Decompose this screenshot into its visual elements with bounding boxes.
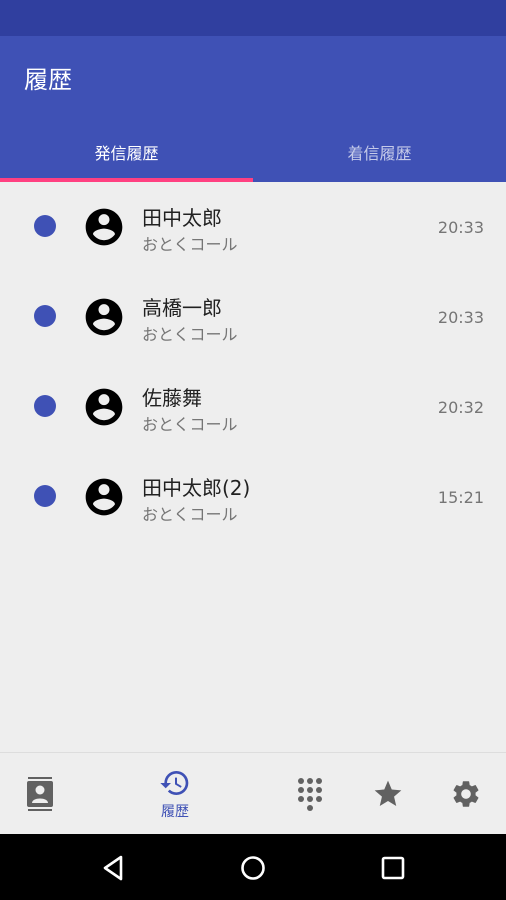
call-history-list: 田中太郎 おとくコール 20:33 高橋一郎 おとくコール 20:33 佐藤舞 … [0, 182, 506, 542]
status-dot [34, 485, 56, 507]
nav-history-label: 履歴 [161, 804, 189, 820]
gear-icon [453, 781, 479, 807]
star-icon [374, 780, 402, 806]
nav-favorites[interactable] [360, 753, 416, 835]
nav-contacts[interactable] [10, 753, 70, 835]
nav-history[interactable]: 履歴 [140, 753, 210, 835]
recents-icon [381, 856, 405, 880]
contacts-icon [27, 777, 53, 811]
list-item[interactable]: 佐藤舞 おとくコール 20:32 [0, 362, 506, 452]
status-bar [0, 0, 506, 36]
list-item[interactable]: 田中太郎(2) おとくコール 15:21 [0, 452, 506, 542]
home-icon [241, 856, 265, 880]
nav-settings[interactable] [438, 753, 494, 835]
call-type: おとくコール [142, 325, 238, 344]
status-dot [34, 305, 56, 327]
recents-button[interactable] [371, 846, 415, 890]
status-dot [34, 395, 56, 417]
call-type: おとくコール [142, 415, 238, 434]
contact-name: 田中太郎(2) [142, 476, 251, 500]
avatar-icon [85, 298, 123, 336]
status-dot [34, 215, 56, 237]
system-navigation-bar [0, 834, 506, 900]
call-type: おとくコール [142, 235, 238, 254]
tab-incoming[interactable]: 着信履歴 [253, 122, 506, 182]
avatar-icon [85, 208, 123, 246]
app-bar: 履歴 発信履歴 着信履歴 [0, 36, 506, 182]
history-icon [160, 771, 189, 795]
tab-bar: 発信履歴 着信履歴 [0, 122, 506, 182]
call-time: 20:33 [437, 308, 484, 327]
list-item[interactable]: 田中太郎 おとくコール 20:33 [0, 182, 506, 272]
back-icon [103, 855, 123, 881]
call-time: 20:32 [437, 398, 484, 417]
dialpad-icon [298, 778, 322, 811]
avatar-icon [85, 478, 123, 516]
list-item[interactable]: 高橋一郎 おとくコール 20:33 [0, 272, 506, 362]
nav-dialpad[interactable] [282, 753, 338, 835]
call-time: 15:21 [437, 488, 484, 507]
page-title: 履歴 [24, 66, 72, 94]
avatar-icon [85, 388, 123, 426]
back-button[interactable] [91, 846, 135, 890]
contact-name: 田中太郎 [142, 206, 222, 230]
home-button[interactable] [231, 846, 275, 890]
tab-outgoing[interactable]: 発信履歴 [0, 122, 253, 182]
bottom-navigation: 履歴 [0, 752, 506, 834]
contact-name: 高橋一郎 [142, 296, 222, 320]
call-type: おとくコール [142, 505, 238, 524]
contact-name: 佐藤舞 [142, 386, 202, 410]
call-time: 20:33 [437, 218, 484, 237]
